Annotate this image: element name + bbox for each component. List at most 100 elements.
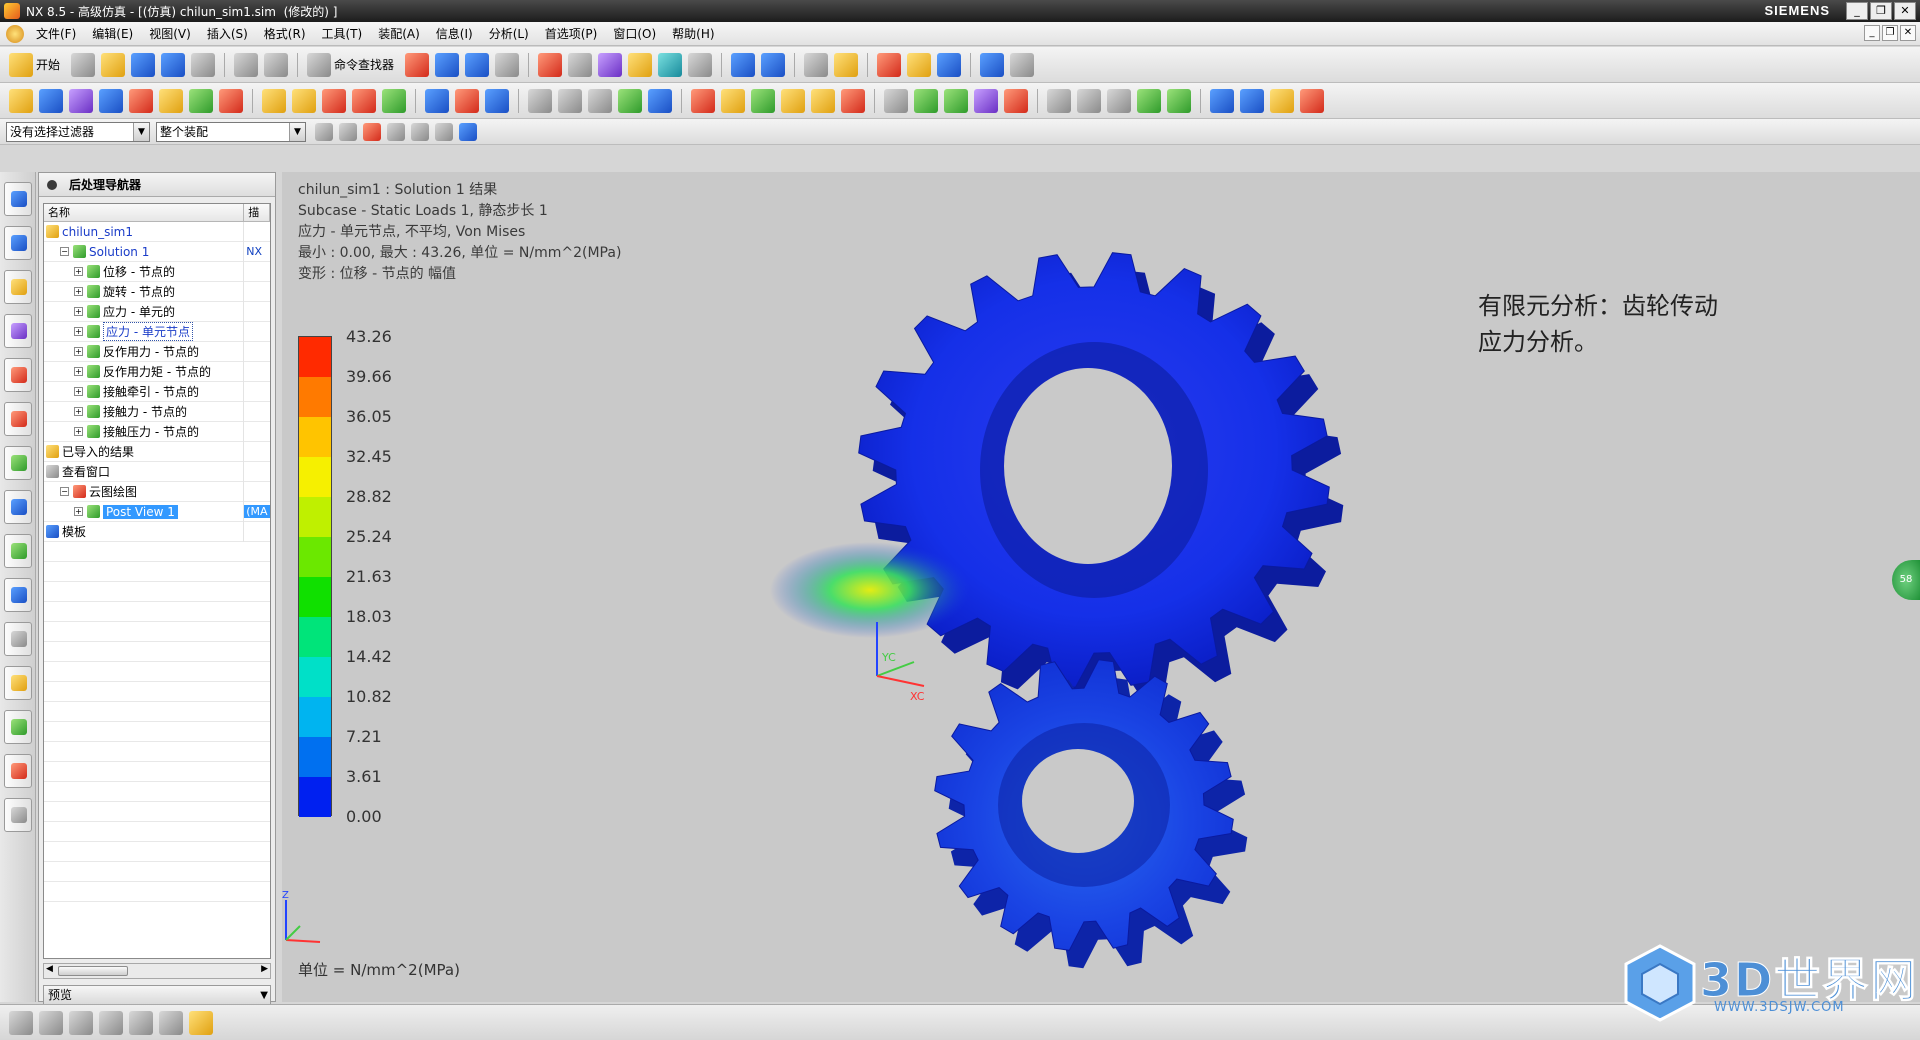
section-view-icon[interactable]: [731, 52, 756, 77]
expand-icon[interactable]: +: [74, 327, 83, 336]
load-icon[interactable]: [129, 88, 153, 113]
stop-icon[interactable]: [405, 52, 430, 77]
post-navigator-tab[interactable]: [4, 226, 32, 260]
clip-icon[interactable]: [1270, 88, 1294, 113]
tree-row[interactable]: + 旋转 - 节点的: [44, 281, 270, 302]
wizard-icon[interactable]: [907, 52, 932, 77]
undo-icon[interactable]: [264, 52, 289, 77]
chevron-down-icon[interactable]: ▼: [289, 122, 305, 141]
clip-view-icon[interactable]: [761, 52, 786, 77]
help-icon[interactable]: [781, 88, 805, 113]
animation-icon[interactable]: [974, 88, 998, 113]
command-finder-button[interactable]: 命令查找器: [334, 56, 394, 73]
restore-button[interactable]: ❐: [1870, 2, 1892, 20]
start-icon[interactable]: [9, 52, 33, 77]
menu-edit[interactable]: 编辑(E): [84, 23, 141, 45]
identify-icon[interactable]: [1107, 88, 1131, 113]
collapse-icon[interactable]: −: [60, 247, 69, 256]
tree-row[interactable]: + 应力 - 单元的: [44, 301, 270, 322]
menu-window[interactable]: 窗口(O): [605, 23, 664, 45]
menu-preferences[interactable]: 首选项(P): [537, 23, 606, 45]
contact-icon[interactable]: [322, 88, 346, 113]
menu-assembly[interactable]: 装配(A): [370, 23, 428, 45]
menu-tools[interactable]: 工具(T): [314, 23, 371, 45]
tree-row[interactable]: + 位移 - 节点的: [44, 261, 270, 282]
horizontal-scrollbar[interactable]: ◀ ▶: [43, 963, 271, 979]
tree-row[interactable]: + 反作用力 - 节点的: [44, 341, 270, 362]
grid-icon[interactable]: [980, 52, 1005, 77]
expand-icon[interactable]: +: [74, 347, 83, 356]
tree-row[interactable]: + Post View 1 (MA: [44, 501, 270, 522]
ruler-icon[interactable]: [1010, 52, 1035, 77]
axis-icon[interactable]: [648, 88, 672, 113]
tree-row[interactable]: 查看窗口: [44, 461, 270, 482]
post-process-icon[interactable]: [691, 88, 715, 113]
snap-point-icon[interactable]: [339, 122, 357, 141]
save-icon[interactable]: [131, 52, 156, 77]
report-icon[interactable]: [425, 88, 449, 113]
select-box-icon[interactable]: [411, 122, 429, 141]
expand-icon[interactable]: +: [74, 267, 83, 276]
tree-row[interactable]: + 反作用力矩 - 节点的: [44, 361, 270, 382]
history-tab[interactable]: [4, 578, 32, 612]
simulation-navigator-tab[interactable]: [4, 182, 32, 216]
simulation-nav-icon[interactable]: [9, 88, 33, 113]
doc-restore-button[interactable]: ❐: [1882, 25, 1898, 41]
menu-file[interactable]: 文件(F): [28, 23, 84, 45]
cube-icon[interactable]: [435, 122, 453, 141]
render-style-icon[interactable]: [568, 52, 593, 77]
tree-row[interactable]: + 接触力 - 节点的: [44, 401, 270, 422]
solve-icon[interactable]: [292, 88, 316, 113]
wrench-icon[interactable]: [721, 88, 745, 113]
grid-table-icon[interactable]: [751, 88, 775, 113]
start-button[interactable]: 开始: [36, 56, 60, 73]
web-browser-tab[interactable]: [4, 490, 32, 524]
expand-icon[interactable]: +: [74, 507, 83, 516]
document-icon[interactable]: [485, 88, 509, 113]
assembly-scope-dropdown[interactable]: 整个装配 ▼: [156, 121, 306, 142]
marker-icon[interactable]: [841, 88, 865, 113]
cut-icon[interactable]: [234, 52, 259, 77]
reset-icon[interactable]: [1300, 88, 1324, 113]
reuse-library-tab[interactable]: [4, 358, 32, 392]
info-window-icon[interactable]: [435, 52, 460, 77]
color-bar-tab[interactable]: [4, 446, 32, 480]
tree-row[interactable]: 模板: [44, 521, 270, 542]
tree-row[interactable]: chilun_sim1: [44, 221, 270, 242]
print-icon[interactable]: [191, 52, 216, 77]
chevron-down-icon[interactable]: ▼: [133, 122, 149, 141]
tree-row[interactable]: − Solution 1 NX: [44, 241, 270, 262]
process-studio-tab[interactable]: [4, 622, 32, 656]
graphics-window[interactable]: YC XC Z chilun_sim1 : Solution 1 结果 Subc…: [282, 172, 1920, 1002]
doc-close-button[interactable]: ✕: [1900, 25, 1916, 41]
close-button[interactable]: ✕: [1894, 2, 1916, 20]
system-materials-tab[interactable]: [4, 754, 32, 788]
spreadsheet-tab[interactable]: [4, 798, 32, 832]
group-icon[interactable]: [129, 1010, 153, 1035]
scroll-left-icon[interactable]: ◀: [46, 964, 53, 974]
color-palette-icon[interactable]: [598, 52, 623, 77]
face-rule-icon[interactable]: [387, 122, 405, 141]
object-info-icon[interactable]: [465, 52, 490, 77]
arrow-load-icon[interactable]: [219, 88, 243, 113]
tree-row[interactable]: 已导入的结果: [44, 441, 270, 462]
selection-filter-dropdown[interactable]: 没有选择过滤器 ▼: [6, 121, 150, 142]
expand-icon[interactable]: +: [74, 287, 83, 296]
forward-icon[interactable]: [1167, 88, 1191, 113]
point-icon[interactable]: [618, 88, 642, 113]
select-all-icon[interactable]: [315, 122, 333, 141]
menu-insert[interactable]: 插入(S): [199, 23, 256, 45]
markup-icon[interactable]: [1047, 88, 1071, 113]
menu-format[interactable]: 格式(R): [256, 23, 314, 45]
menu-information[interactable]: 信息(I): [428, 23, 481, 45]
collapse-icon[interactable]: −: [60, 487, 69, 496]
mesh-icon[interactable]: [69, 88, 93, 113]
orient-view-icon[interactable]: [658, 52, 683, 77]
scrollbar-thumb[interactable]: [58, 966, 128, 976]
result-icon[interactable]: [352, 88, 376, 113]
constraint-assembly-icon[interactable]: [99, 1010, 123, 1035]
pin-icon[interactable]: [47, 179, 57, 190]
probe-icon[interactable]: [1077, 88, 1101, 113]
model-setup-icon[interactable]: [39, 88, 63, 113]
solid-icon[interactable]: [9, 1010, 33, 1035]
